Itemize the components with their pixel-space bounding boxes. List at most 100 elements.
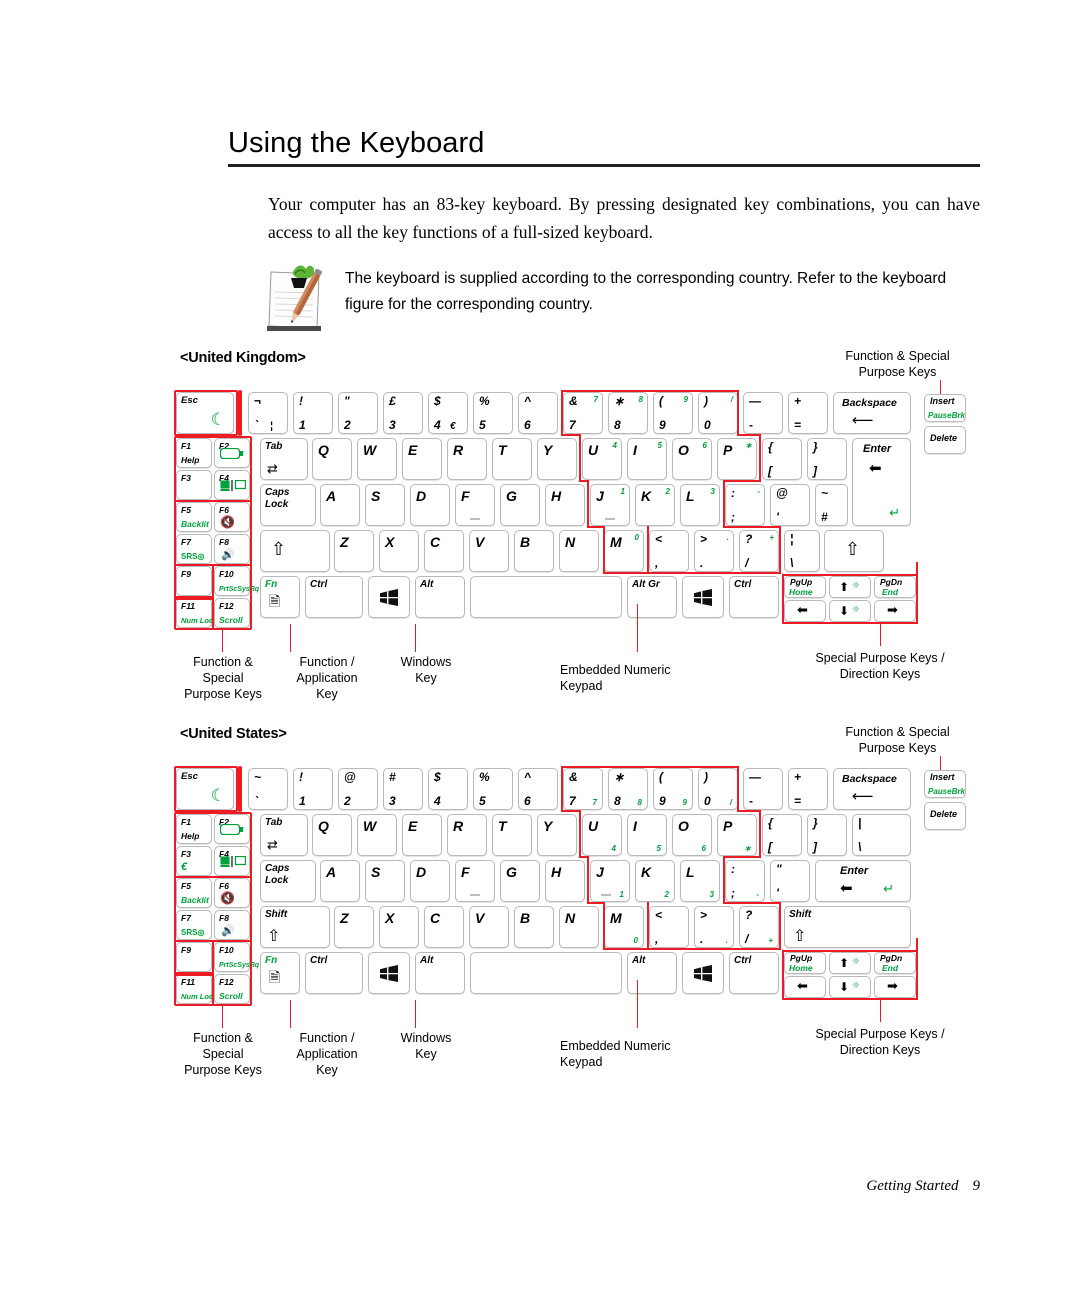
key-pgdn-end[interactable]: PgDn End (874, 952, 916, 974)
key-hash-uk[interactable]: ~ # (815, 484, 848, 526)
key-space[interactable] (470, 952, 622, 994)
key-arrow-down[interactable]: ⬇ ☼ (829, 600, 871, 622)
key-backspace[interactable]: Backspace ⟵ (833, 392, 911, 434)
key-4[interactable]: $ 4 € (428, 392, 468, 434)
key-9[interactable]: ( 9 9 (653, 392, 693, 434)
key-esc[interactable]: Esc ☾ (176, 768, 234, 810)
key-arrow-up[interactable]: ⬆ ☼ (829, 576, 871, 598)
key-2[interactable]: " 2 (338, 392, 378, 434)
key-f10[interactable]: F10 PrtScSysRq (214, 566, 259, 596)
key-shift-left[interactable]: Shift ⇧ (260, 906, 330, 948)
key-arrow-up[interactable]: ⬆ ☼ (829, 952, 871, 974)
key-equals[interactable]: + = (788, 768, 828, 810)
key-7[interactable]: & 7 7 (563, 392, 603, 434)
key-x[interactable]: X (379, 530, 419, 572)
key-shift-left[interactable]: ⇧ (260, 530, 330, 572)
key-x[interactable]: X (379, 906, 419, 948)
key-ctrl-left[interactable]: Ctrl (305, 576, 363, 618)
key-v[interactable]: V (469, 530, 509, 572)
key-ctrl-right[interactable]: Ctrl (729, 952, 779, 994)
key-quote-us[interactable]: " ' (770, 860, 810, 902)
key-f3[interactable]: F3 € (176, 846, 212, 876)
key-minus[interactable]: — - (743, 392, 783, 434)
key-windows-left[interactable] (368, 952, 410, 994)
key-semicolon[interactable]: : ; - (725, 484, 765, 526)
key-b[interactable]: B (514, 530, 554, 572)
key-f3[interactable]: F3 (176, 470, 212, 500)
key-f8[interactable]: F8 🔊 (214, 910, 250, 940)
key-tab[interactable]: Tab ⇄ (260, 438, 308, 480)
key-s[interactable]: S (365, 484, 405, 526)
key-f6[interactable]: F6 🔇 (214, 502, 250, 532)
key-delete[interactable]: Delete (924, 426, 966, 454)
key-grave-us[interactable]: ~ ` (248, 768, 288, 810)
key-9[interactable]: ( 9 9 (653, 768, 693, 810)
key-apostrophe-uk[interactable]: @ ' (770, 484, 810, 526)
key-i[interactable]: I5 (627, 438, 667, 480)
key-q[interactable]: Q (312, 814, 352, 856)
key-o[interactable]: O6 (672, 814, 712, 856)
key-shift-right[interactable]: Shift ⇧ (784, 906, 911, 948)
key-enter[interactable]: Enter ⬅ ↵ (815, 860, 911, 902)
key-ctrl-left[interactable]: Ctrl (305, 952, 363, 994)
key-f2[interactable]: F2 (214, 438, 250, 468)
key-7[interactable]: & 7 7 (563, 768, 603, 810)
key-n[interactable]: N (559, 530, 599, 572)
key-f[interactable]: F (455, 860, 495, 902)
key-h[interactable]: H (545, 484, 585, 526)
key-j[interactable]: J1 (590, 484, 630, 526)
key-r[interactable]: R (447, 814, 487, 856)
key-period[interactable]: > . . (694, 906, 734, 948)
key-f9[interactable]: F9 (176, 942, 212, 972)
key-t[interactable]: T (492, 438, 532, 480)
key-f11[interactable]: F11 Num Lock (176, 598, 217, 628)
key-f12[interactable]: F12 Scroll (214, 598, 250, 628)
key-a[interactable]: A (320, 860, 360, 902)
key-0[interactable]: ) 0 / (698, 392, 738, 434)
key-pgup-home[interactable]: PgUp Home (784, 576, 826, 598)
key-bracket-right[interactable]: } ] (807, 814, 847, 856)
key-8[interactable]: ∗ 8 8 (608, 392, 648, 434)
key-f9[interactable]: F9 (176, 566, 212, 596)
key-caps-lock[interactable]: Caps Lock (260, 484, 316, 526)
key-f4[interactable]: F4 (214, 470, 250, 500)
key-pgdn-end[interactable]: PgDn End (874, 576, 916, 598)
key-p[interactable]: P ∗ (717, 438, 757, 480)
key-f5[interactable]: F5 Backlit (176, 878, 212, 908)
key-0[interactable]: ) 0 / (698, 768, 738, 810)
key-3[interactable]: £ 3 (383, 392, 423, 434)
key-r[interactable]: R (447, 438, 487, 480)
key-semicolon[interactable]: : ; - (725, 860, 765, 902)
key-f11[interactable]: F11 Num Lock (176, 974, 217, 1004)
key-caps-lock[interactable]: Caps Lock (260, 860, 316, 902)
key-k[interactable]: K2 (635, 484, 675, 526)
key-e[interactable]: E (402, 814, 442, 856)
key-u[interactable]: U4 (582, 438, 622, 480)
key-g[interactable]: G (500, 860, 540, 902)
key-6[interactable]: ^ 6 (518, 768, 558, 810)
key-enter[interactable]: Enter ⬅ ↵ (852, 438, 911, 526)
key-k[interactable]: K2 (635, 860, 675, 902)
key-arrow-left[interactable]: ⬅ (784, 976, 826, 998)
key-8[interactable]: ∗ 8 8 (608, 768, 648, 810)
key-f7[interactable]: F7 SRS◎ (176, 534, 212, 564)
key-delete[interactable]: Delete (924, 802, 966, 830)
key-slash[interactable]: ? / + (739, 530, 779, 572)
key-3[interactable]: # 3 (383, 768, 423, 810)
key-pgup-home[interactable]: PgUp Home (784, 952, 826, 974)
key-backspace[interactable]: Backspace ⟵ (833, 768, 911, 810)
key-fn[interactable]: Fn 🗎 (260, 952, 300, 994)
key-y[interactable]: Y (537, 438, 577, 480)
key-ctrl-right[interactable]: Ctrl (729, 576, 779, 618)
key-b[interactable]: B (514, 906, 554, 948)
key-shift-right[interactable]: ⇧ (824, 530, 884, 572)
key-grave-uk[interactable]: ¬ ` ¦ (248, 392, 288, 434)
key-j[interactable]: J1 (590, 860, 630, 902)
key-space[interactable] (470, 576, 622, 618)
key-a[interactable]: A (320, 484, 360, 526)
key-4[interactable]: $ 4 (428, 768, 468, 810)
key-v[interactable]: V (469, 906, 509, 948)
key-f1[interactable]: F1 Help (176, 814, 212, 844)
key-e[interactable]: E (402, 438, 442, 480)
key-q[interactable]: Q (312, 438, 352, 480)
